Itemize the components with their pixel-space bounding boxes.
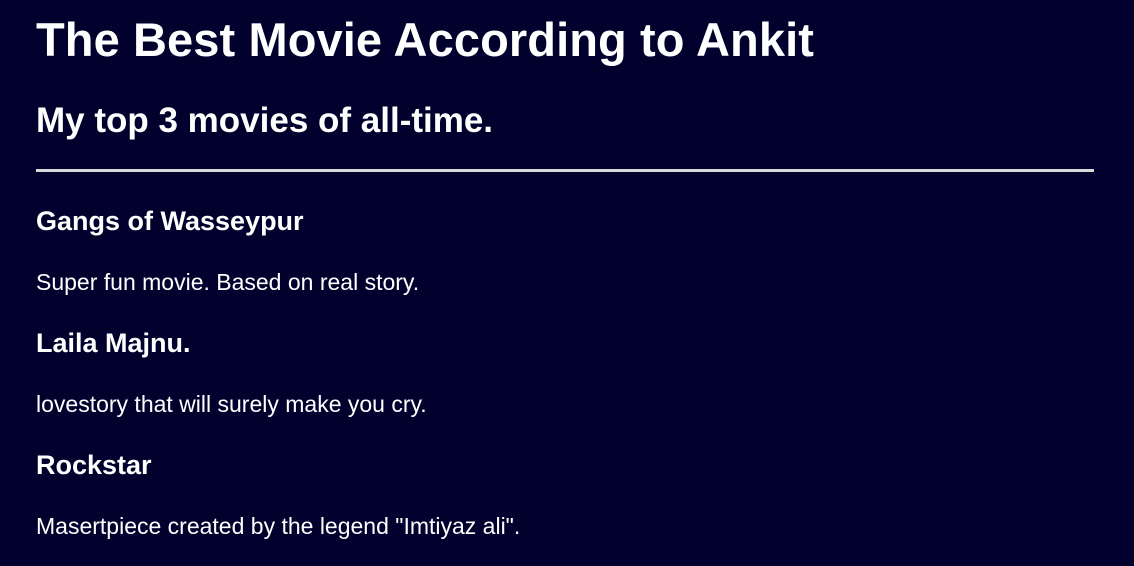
movie-title: Gangs of Wasseypur [36,206,304,236]
movie-description: lovestory that will surely make you cry. [36,391,427,417]
movie-title: Rockstar [36,450,152,480]
divider [36,169,1094,172]
movie-description: Super fun movie. Based on real story. [36,269,420,295]
page-subtitle: My top 3 movies of all-time. [36,101,494,140]
page-content: The Best Movie According to Ankit My top… [0,0,1134,539]
movie-title: Laila Majnu. [36,328,191,358]
movie-description: Masertpiece created by the legend "Imtiy… [36,513,521,539]
page-title: The Best Movie According to Ankit [36,13,814,66]
